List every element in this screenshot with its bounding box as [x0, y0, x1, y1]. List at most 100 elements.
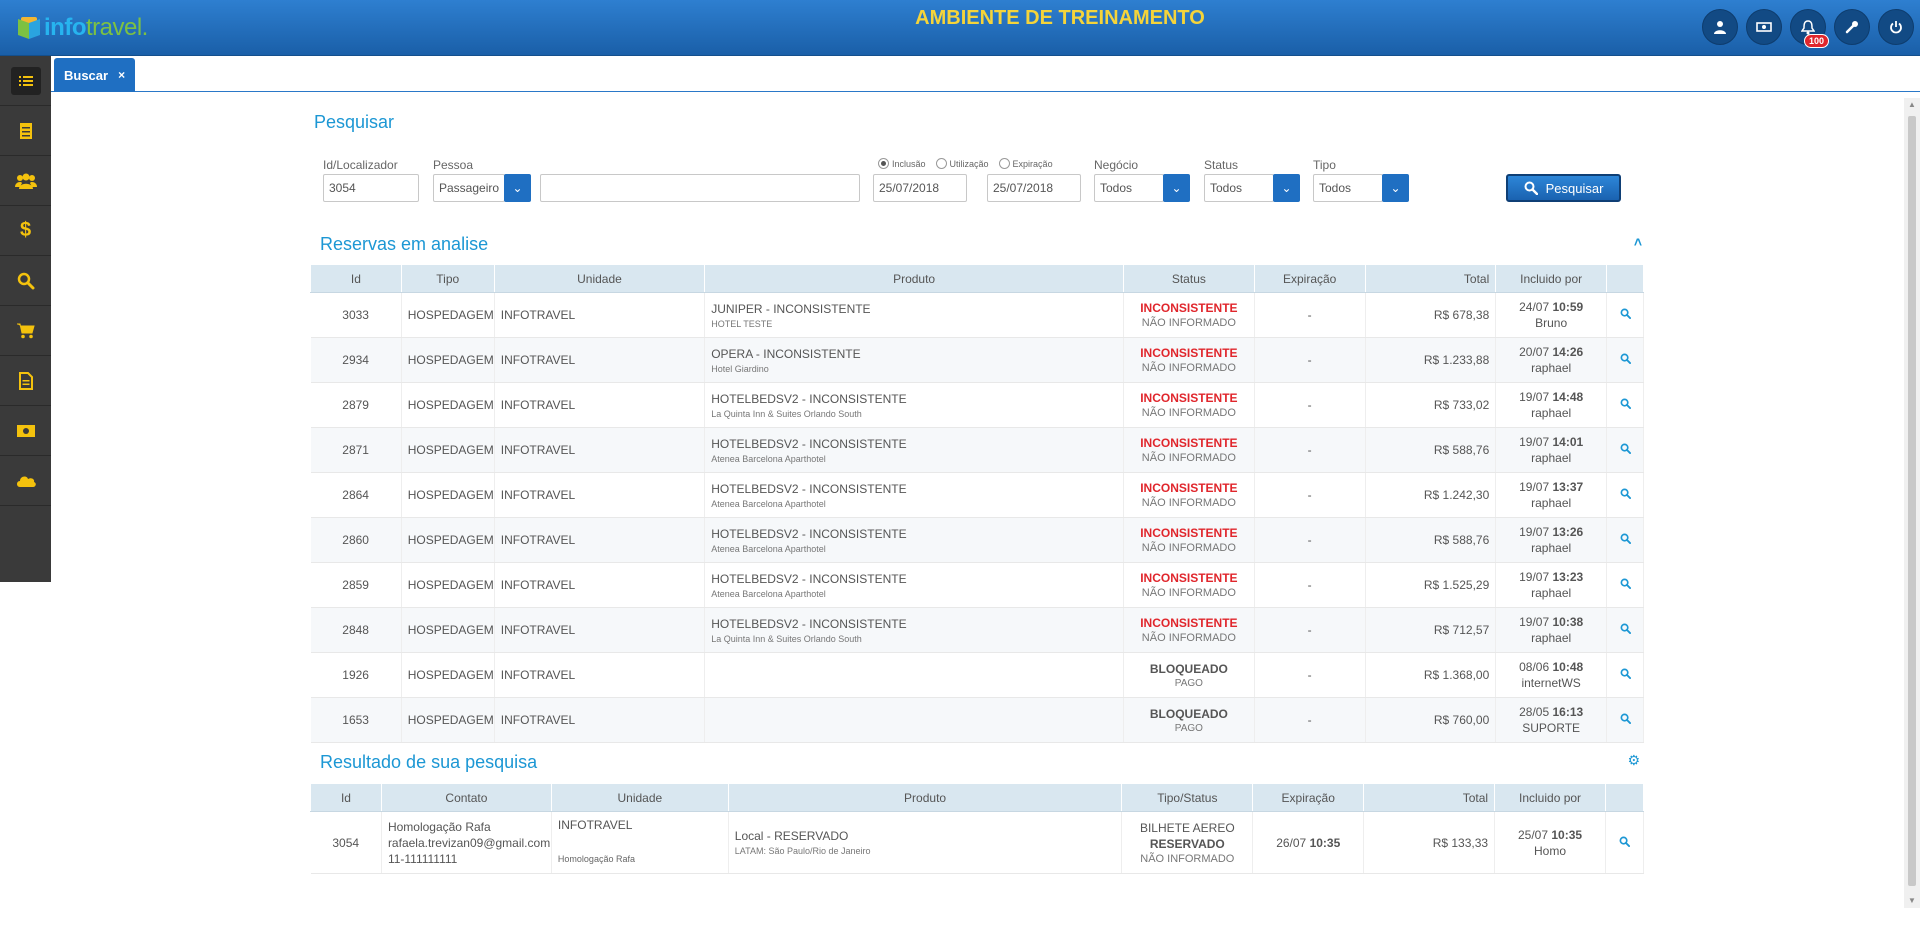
col-header[interactable]: Expiração [1252, 783, 1365, 812]
sidebar-item-finance[interactable]: $ [0, 206, 51, 256]
produto-sub: La Quinta Inn & Suites Orlando South [711, 633, 862, 644]
view-details-icon[interactable] [1620, 488, 1631, 502]
id-input[interactable]: 3054 [323, 174, 419, 202]
scroll-thumb[interactable] [1908, 116, 1916, 886]
col-header[interactable]: Contato [380, 783, 552, 812]
table-row[interactable]: 2879 HOSPEDAGEM INFOTRAVEL HOTELBEDSV2 - IN… [310, 382, 1644, 428]
table-row[interactable]: 2871 HOSPEDAGEM INFOTRAVEL HOTELBEDSV2 - IN… [310, 427, 1644, 473]
reservas-header-row: Id Tipo Unidade Produto Status Expiração… [310, 264, 1644, 293]
col-header[interactable]: Id [310, 264, 402, 293]
col-header[interactable]: Produto [704, 264, 1124, 293]
cell-produto: HOTELBEDSV2 - INCONSISTENTE Atenea Barcel… [704, 517, 1124, 563]
cell-tipo: HOSPEDAGEM [401, 517, 495, 563]
cell-unidade: INFOTRAVEL [494, 517, 706, 563]
app-logo[interactable]: info travel. [18, 14, 148, 42]
col-header[interactable]: Tipo/Status [1121, 783, 1254, 812]
col-header[interactable]: Status [1122, 264, 1255, 293]
pessoa-select[interactable]: Passageiro [433, 174, 505, 202]
col-header[interactable]: Incluido por [1495, 264, 1608, 293]
col-header[interactable]: Unidade [493, 264, 706, 293]
wrench-icon[interactable] [1834, 9, 1870, 45]
cell-id: 2848 [310, 607, 402, 653]
pessoa-dropdown-button[interactable]: ⌄ [504, 174, 531, 202]
col-header[interactable]: Produto [727, 783, 1123, 812]
col-header[interactable]: Tipo [400, 264, 495, 293]
negocio-select[interactable]: Todos [1094, 174, 1164, 202]
inc-user: raphael [1531, 496, 1572, 510]
table-row[interactable]: 2934 HOSPEDAGEM INFOTRAVEL OPERA - INCONSIS… [310, 337, 1644, 383]
sidebar-item-cash[interactable] [0, 406, 51, 456]
sidebar-item-cart[interactable] [0, 306, 51, 356]
cell-unidade: INFOTRAVEL [494, 697, 706, 743]
col-header[interactable]: Total [1364, 264, 1497, 293]
table-row[interactable]: 3033 HOSPEDAGEM INFOTRAVEL JUNIPER - INCONS… [310, 292, 1644, 338]
sidebar-item-menu[interactable] [0, 56, 51, 106]
sidebar-item-search[interactable] [0, 256, 51, 306]
user-icon[interactable] [1702, 9, 1738, 45]
table-row[interactable]: 1653 HOSPEDAGEM INFOTRAVEL BLOQUEADO PAGO - R$… [310, 697, 1644, 743]
tipo-dropdown-button[interactable]: ⌄ [1382, 174, 1409, 202]
sidebar-item-receipt[interactable] [0, 106, 51, 156]
cell-incluido: 19/07 13:23 raphael [1495, 562, 1608, 608]
status-select[interactable]: Todos [1204, 174, 1274, 202]
col-header[interactable]: Total [1363, 783, 1496, 812]
pessoa-text-input[interactable] [540, 174, 860, 202]
cell-unidade: INFOTRAVEL [494, 562, 706, 608]
inc-user: raphael [1531, 406, 1572, 420]
view-details-icon[interactable] [1619, 836, 1630, 850]
cell-incluido: 19/07 14:48 raphael [1495, 382, 1608, 428]
cell-unidade: INFOTRAVEL [494, 472, 706, 518]
bell-icon[interactable]: 100 [1790, 9, 1829, 48]
table-row[interactable]: 2859 HOSPEDAGEM INFOTRAVEL HOTELBEDSV2 - IN… [310, 562, 1644, 608]
sidebar-item-cloud[interactable] [0, 456, 51, 506]
col-header[interactable]: Incluido por [1494, 783, 1606, 812]
sidebar-item-users[interactable] [0, 156, 51, 206]
status-sub: NÃO INFORMADO [1141, 587, 1236, 599]
table-row[interactable]: 2848 HOSPEDAGEM INFOTRAVEL HOTELBEDSV2 - IN… [310, 607, 1644, 653]
scroll-down-icon[interactable]: ▼ [1904, 894, 1920, 908]
status-dropdown-button[interactable]: ⌄ [1273, 174, 1300, 202]
pesquisar-button[interactable]: Pesquisar [1506, 174, 1621, 202]
table-row[interactable]: 1926 HOSPEDAGEM INFOTRAVEL BLOQUEADO PAGO - R$… [310, 652, 1644, 698]
view-details-icon[interactable] [1620, 308, 1631, 322]
sidebar-item-document[interactable] [0, 356, 51, 406]
radio-inclusao[interactable]: Inclusão [878, 158, 926, 169]
table-row[interactable]: 3054 Homologação Rafa rafaela.trevizan09… [310, 811, 1645, 874]
cell-expiracao: - [1254, 472, 1366, 518]
page-scrollbar[interactable]: ▲ ▼ [1904, 98, 1920, 908]
unidade-sub: Homologação Rafa [557, 854, 635, 864]
negocio-dropdown-button[interactable]: ⌄ [1163, 174, 1190, 202]
radio-label: Utilização [949, 158, 989, 169]
date-type-radio-group: Inclusão Utilização Expiração [878, 158, 1053, 169]
cell-total: R$ 133,33 [1363, 811, 1496, 874]
view-details-icon[interactable] [1620, 398, 1631, 412]
tab-buscar[interactable]: Buscar × [54, 58, 136, 92]
view-details-icon[interactable] [1620, 353, 1631, 367]
power-icon[interactable] [1878, 9, 1914, 45]
view-details-icon[interactable] [1620, 578, 1631, 592]
cell-status: INCONSISTENTE NÃO INFORMADO [1123, 607, 1255, 653]
view-details-icon[interactable] [1620, 623, 1631, 637]
view-details-icon[interactable] [1620, 668, 1631, 682]
date-to-input[interactable]: 25/07/2018 [987, 174, 1081, 202]
col-header[interactable]: Id [310, 783, 382, 812]
close-icon[interactable]: × [118, 68, 125, 82]
view-details-icon[interactable] [1620, 443, 1631, 457]
money-icon[interactable] [1746, 9, 1782, 45]
table-row[interactable]: 2860 HOSPEDAGEM INFOTRAVEL HOTELBEDSV2 - IN… [310, 517, 1644, 563]
col-header[interactable]: Expiração [1253, 264, 1366, 293]
radio-utilizacao[interactable]: Utilização [935, 158, 989, 169]
gear-icon[interactable]: ⚙ [1627, 752, 1640, 769]
status-badge: BLOQUEADO [1149, 661, 1228, 676]
cell-actions [1606, 382, 1644, 428]
scroll-up-icon[interactable]: ▲ [1904, 98, 1920, 112]
view-details-icon[interactable] [1620, 533, 1631, 547]
cell-expiracao: - [1254, 427, 1366, 473]
radio-expiracao[interactable]: Expiração [998, 158, 1053, 169]
collapse-icon[interactable]: ˄ [1634, 234, 1642, 250]
view-details-icon[interactable] [1620, 713, 1631, 727]
date-from-input[interactable]: 25/07/2018 [873, 174, 967, 202]
col-header[interactable]: Unidade [550, 783, 729, 812]
tipo-select[interactable]: Todos [1313, 174, 1383, 202]
table-row[interactable]: 2864 HOSPEDAGEM INFOTRAVEL HOTELBEDSV2 - IN… [310, 472, 1644, 518]
